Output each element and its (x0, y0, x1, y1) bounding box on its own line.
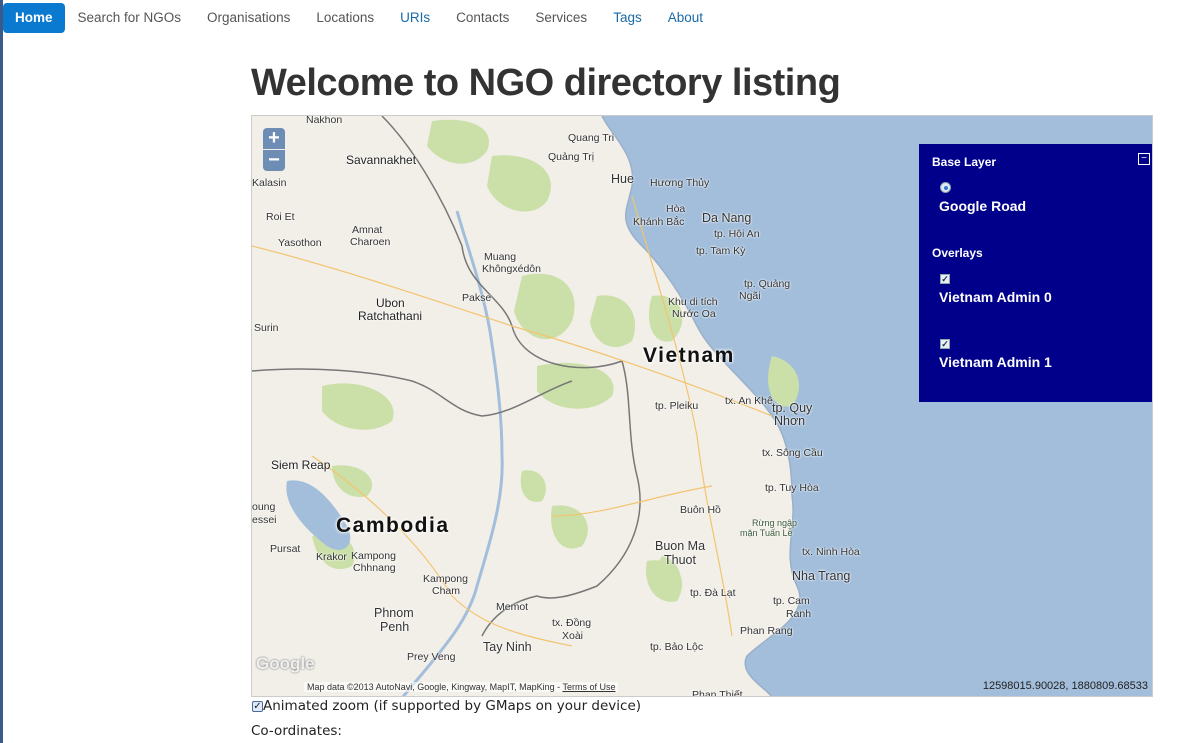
map-label: Ratchathani (358, 309, 423, 323)
map-label: tp. Tuy Hòa (765, 482, 819, 494)
map-label: Buon Ma (655, 539, 706, 553)
map-label: mặn Tuấn Lễ (740, 528, 793, 538)
nav-about[interactable]: About (655, 3, 716, 33)
map-label: Khôngxédôn (482, 263, 541, 275)
zoom-in-button[interactable]: + (263, 128, 285, 149)
map-label: Cham (432, 585, 461, 597)
map-label: Nước Oa (672, 308, 716, 320)
map-label: tp. Đà Lạt (690, 587, 736, 599)
nav-tags[interactable]: Tags (600, 3, 655, 33)
nav-contacts[interactable]: Contacts (443, 3, 522, 33)
map-label: Penh (380, 620, 410, 634)
map-label: Muang (484, 251, 517, 263)
map-label: Roi Et (266, 211, 295, 223)
map-label: Nhơn (774, 414, 806, 428)
map-label: tp. Hội An (714, 228, 760, 240)
map-label: Ranh (786, 608, 812, 620)
map-attribution: Map data ©2013 AutoNavi, Google, Kingway… (304, 682, 619, 692)
zoom-out-button[interactable]: − (263, 150, 285, 171)
map-label: Xoài (562, 630, 584, 642)
map-label: Phan Rang (740, 625, 793, 637)
overlay-checkbox-admin0[interactable]: ✓ (940, 274, 950, 284)
map-label: tp. Pleiku (655, 400, 699, 412)
map-label: Ubon (376, 296, 405, 310)
map-label: Nha Trang (792, 569, 851, 583)
attribution-text: Map data ©2013 AutoNavi, Google, Kingway… (307, 682, 561, 692)
map-label: Tay Ninh (483, 640, 532, 654)
map-label: Kampong (351, 550, 396, 562)
google-logo: Google (256, 654, 315, 673)
map-label: Quang Tri (568, 132, 615, 144)
animated-zoom-label[interactable]: Animated zoom (if supported by GMaps on … (263, 698, 641, 714)
nav-uris[interactable]: URIs (387, 3, 443, 33)
overlay-label-admin1[interactable]: Vietnam Admin 1 (939, 354, 1052, 370)
map-label: Kampong (423, 573, 468, 585)
map-label: Amnat (352, 224, 383, 236)
nav-locations[interactable]: Locations (303, 3, 387, 33)
map-label: Siem Reap (271, 458, 331, 472)
map-label: tp. Cam (773, 595, 810, 607)
nav-organisations[interactable]: Organisations (194, 3, 303, 33)
map-label: Yasothon (278, 237, 322, 249)
map-label: essei (252, 514, 277, 526)
map-label: Memot (496, 601, 529, 613)
animated-zoom-checkbox[interactable]: ✓ (252, 701, 263, 712)
map-label: Kalasin (252, 177, 287, 189)
map-label: tp. Tam Kỳ (696, 245, 746, 257)
page-title: Welcome to NGO directory listing (251, 62, 841, 104)
base-layer-radio-google-road[interactable] (940, 182, 951, 193)
nav-home[interactable]: Home (3, 3, 65, 33)
map-label: Hương Thủy (650, 177, 710, 189)
layer-switcher: − Base Layer Google Road Overlays ✓ Viet… (919, 144, 1152, 402)
map-label: Prey Veng (407, 651, 456, 663)
map-label: tp. Quy (772, 401, 813, 415)
map-label: tx. Ninh Hòa (802, 546, 860, 558)
map-label: Hue (611, 172, 634, 186)
terms-of-use-link[interactable]: Terms of Use (562, 682, 615, 692)
nav-services[interactable]: Services (522, 3, 600, 33)
map-label: Thuot (664, 553, 696, 567)
overlays-title: Overlays (932, 246, 983, 260)
layer-switcher-minimize-button[interactable]: − (1138, 153, 1150, 165)
map-label: Da Nang (702, 211, 752, 225)
map-label: Krakor (316, 551, 347, 563)
overlay-checkbox-admin1[interactable]: ✓ (940, 339, 950, 349)
nav-search-ngos[interactable]: Search for NGOs (65, 3, 195, 33)
country-label-cambodia: Cambodia (336, 514, 450, 537)
main-navbar: Home Search for NGOs Organisations Locat… (3, 3, 716, 33)
base-layer-title: Base Layer (932, 155, 997, 169)
map-label: Buôn Hồ (680, 504, 721, 516)
map-label: Hòa (666, 203, 686, 215)
map-label: Savannakhet (346, 153, 417, 167)
base-layer-label-google-road[interactable]: Google Road (939, 198, 1026, 214)
mouse-position-readout: 12598015.90028, 1880809.68533 (982, 680, 1148, 692)
map-label: tx. Đồng (552, 617, 592, 629)
map-label: Quảng Trị (548, 151, 595, 163)
overlay-label-admin0[interactable]: Vietnam Admin 0 (939, 289, 1052, 305)
map-label: Surin (254, 322, 279, 334)
map-label: Pursat (270, 543, 301, 555)
map-label: tp. Bảo Lộc (650, 641, 704, 653)
map-viewport[interactable]: + − Nakhon Quang Tri Quảng Trị Savannakh… (251, 115, 1153, 697)
map-label: Nakhon (306, 115, 343, 126)
map-label: tx. Sông Cầu (762, 447, 823, 459)
country-label-vietnam: Vietnam (643, 344, 735, 367)
map-label: oung (252, 501, 276, 513)
window-edge (0, 0, 3, 743)
coordinates-label: Co-ordinates: (251, 723, 342, 739)
map-label: Khu di tích (668, 296, 718, 308)
map-label: Chhnang (353, 562, 396, 574)
map-label: Khánh Bắc (633, 216, 685, 228)
map-label: Phnom (374, 606, 414, 620)
map-label: Pakse (462, 292, 492, 304)
map-label: tp. Quảng (744, 278, 791, 290)
map-label: tx. An Khê (725, 395, 773, 407)
map-label: Phan Thiết (692, 689, 743, 697)
map-label: Charoen (350, 236, 391, 248)
map-label: Ngãi (739, 290, 761, 302)
